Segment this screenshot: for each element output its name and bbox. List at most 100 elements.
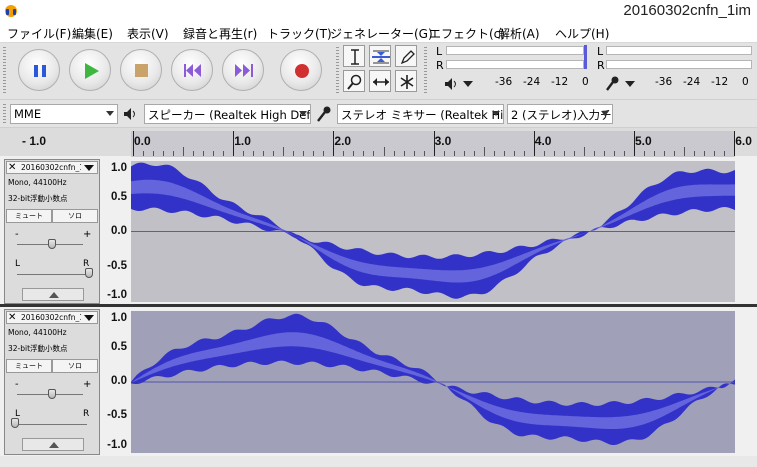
rec-meter-peak-marker — [584, 45, 587, 69]
track-buttons: ミュート ソロ — [6, 359, 98, 373]
close-icon[interactable]: ✕ — [8, 312, 16, 324]
i-beam-icon — [351, 49, 359, 65]
track-menu-chevron-icon[interactable] — [84, 315, 94, 321]
toolbar-grip[interactable] — [3, 47, 6, 95]
ruler-minor-tick — [413, 151, 415, 156]
audio-host-select[interactable]: MME — [10, 104, 118, 124]
tools-grip[interactable] — [336, 47, 339, 95]
ruler-minor-tick — [323, 151, 325, 156]
collapse-track-button[interactable] — [22, 288, 84, 301]
ruler-minor-tick — [654, 151, 656, 156]
ruler-label: 5.0 — [635, 134, 652, 148]
collapse-track-button[interactable] — [22, 438, 84, 451]
envelope-tool[interactable] — [369, 45, 391, 67]
track-menu-chevron-icon[interactable] — [84, 165, 94, 171]
pause-button[interactable] — [18, 49, 60, 91]
pencil-icon — [400, 50, 415, 65]
selection-tool[interactable] — [343, 45, 365, 67]
menu-analyze[interactable]: 解析(A) — [498, 25, 540, 42]
ruler-minor-tick — [503, 151, 505, 156]
play-scale-tick: -24 — [683, 76, 701, 88]
play-meter-l-bar[interactable] — [606, 46, 752, 55]
ruler-minor-tick — [513, 151, 515, 156]
ruler-minor-tick — [223, 151, 225, 156]
track-name[interactable]: 20160302cnfn_1r — [21, 163, 81, 172]
amplitude-label: 1.0 — [111, 312, 127, 324]
track-1-amplitude-scale: 1.0 0.5 0.0 -0.5 -1.0 — [101, 159, 131, 304]
rec-meter-dropdown-icon[interactable] — [463, 81, 473, 87]
ruler-minor-tick — [523, 151, 525, 156]
solo-button[interactable]: ソロ — [52, 359, 98, 373]
skip-to-start-button[interactable] — [171, 49, 213, 91]
ruler-minor-tick — [403, 151, 405, 156]
amplitude-label: -0.5 — [107, 409, 127, 421]
ruler-minor-tick — [724, 151, 726, 156]
ruler-minor-tick — [443, 151, 445, 156]
amplitude-label: 0.0 — [111, 375, 127, 387]
track-format: Mono, 44100Hz — [8, 328, 67, 337]
play-meter-r-bar[interactable] — [606, 60, 752, 69]
rec-meter-l-bar[interactable] — [446, 46, 584, 55]
track-2-waveform[interactable] — [131, 311, 735, 453]
record-button[interactable] — [280, 49, 322, 91]
time-shift-tool[interactable] — [369, 70, 391, 92]
pan-slider-thumb[interactable] — [85, 268, 93, 278]
play-button[interactable] — [69, 49, 111, 91]
track-format: Mono, 44100Hz — [8, 178, 67, 187]
rec-meter-r-bar[interactable] — [446, 60, 584, 69]
ruler-minor-tick — [183, 147, 185, 156]
ruler-minor-tick — [644, 151, 646, 156]
amplitude-label: 1.0 — [111, 162, 127, 174]
menu-edit[interactable]: 編集(E) — [72, 25, 113, 42]
play-meter-dropdown-icon[interactable] — [625, 81, 635, 87]
play-scale-tick: 0 — [742, 76, 749, 88]
rec-scale-tick: -24 — [523, 76, 541, 88]
mute-button[interactable]: ミュート — [6, 359, 52, 373]
gain-slider-thumb[interactable] — [48, 239, 56, 249]
menu-tracks[interactable]: トラック(T) — [267, 25, 332, 42]
audio-host-value: MME — [14, 107, 42, 121]
ruler-minor-tick — [674, 151, 676, 156]
draw-tool[interactable] — [395, 45, 417, 67]
microphone-icon — [317, 106, 331, 122]
rec-meter-r-label: R — [436, 59, 444, 72]
multi-tool[interactable] — [395, 70, 417, 92]
solo-button[interactable]: ソロ — [52, 209, 98, 223]
speaker-icon[interactable] — [444, 77, 458, 91]
ruler-minor-tick — [363, 151, 365, 156]
rec-scale-tick: -12 — [551, 76, 569, 88]
play-meter-r-label: R — [597, 59, 605, 72]
track-buttons: ミュート ソロ — [6, 209, 98, 223]
gain-plus-label: + — [83, 229, 92, 240]
window-title: 20160302cnfn_1im — [623, 2, 751, 19]
input-channels-select[interactable]: 2 (ステレオ)入力チ — [507, 104, 613, 124]
close-icon[interactable]: ✕ — [8, 162, 16, 174]
track-1-waveform[interactable] — [131, 161, 735, 302]
track-name[interactable]: 20160302cnfn_1i — [21, 313, 81, 322]
rec-meter-l-label: L — [436, 45, 443, 58]
menu-file[interactable]: ファイル(F) — [7, 25, 71, 42]
menu-effect[interactable]: エフェクト(c) — [429, 25, 505, 42]
meter-grip[interactable] — [424, 47, 427, 95]
ruler-minor-tick — [483, 147, 485, 156]
input-device-select[interactable]: ステレオ ミキサー (Realtek Hig — [337, 104, 504, 124]
pan-slider[interactable] — [17, 274, 87, 275]
menu-bar: ファイル(F) 編集(E) 表示(V) 録音と再生(r) トラック(T) ジェネ… — [0, 22, 757, 43]
zoom-tool[interactable] — [343, 70, 365, 92]
menu-help[interactable]: ヘルプ(H) — [555, 25, 609, 42]
chevron-down-icon — [601, 111, 609, 116]
menu-transport[interactable]: 録音と再生(r) — [183, 25, 257, 42]
menu-view[interactable]: 表示(V) — [127, 25, 169, 42]
menu-generate[interactable]: ジェネレーター(G) — [330, 25, 433, 42]
microphone-icon[interactable] — [604, 75, 620, 93]
skip-to-end-button[interactable] — [222, 49, 264, 91]
gain-slider-thumb[interactable] — [48, 389, 56, 399]
mute-button[interactable]: ミュート — [6, 209, 52, 223]
horizontal-scrollbar[interactable] — [0, 456, 757, 467]
pan-slider[interactable] — [17, 424, 87, 425]
stop-button[interactable] — [120, 49, 162, 91]
device-toolbar-grip[interactable] — [3, 104, 6, 124]
skip-to-end-icon — [235, 64, 253, 77]
pan-slider-thumb[interactable] — [11, 418, 19, 428]
output-device-select[interactable]: スピーカー (Realtek High Def — [144, 104, 311, 124]
